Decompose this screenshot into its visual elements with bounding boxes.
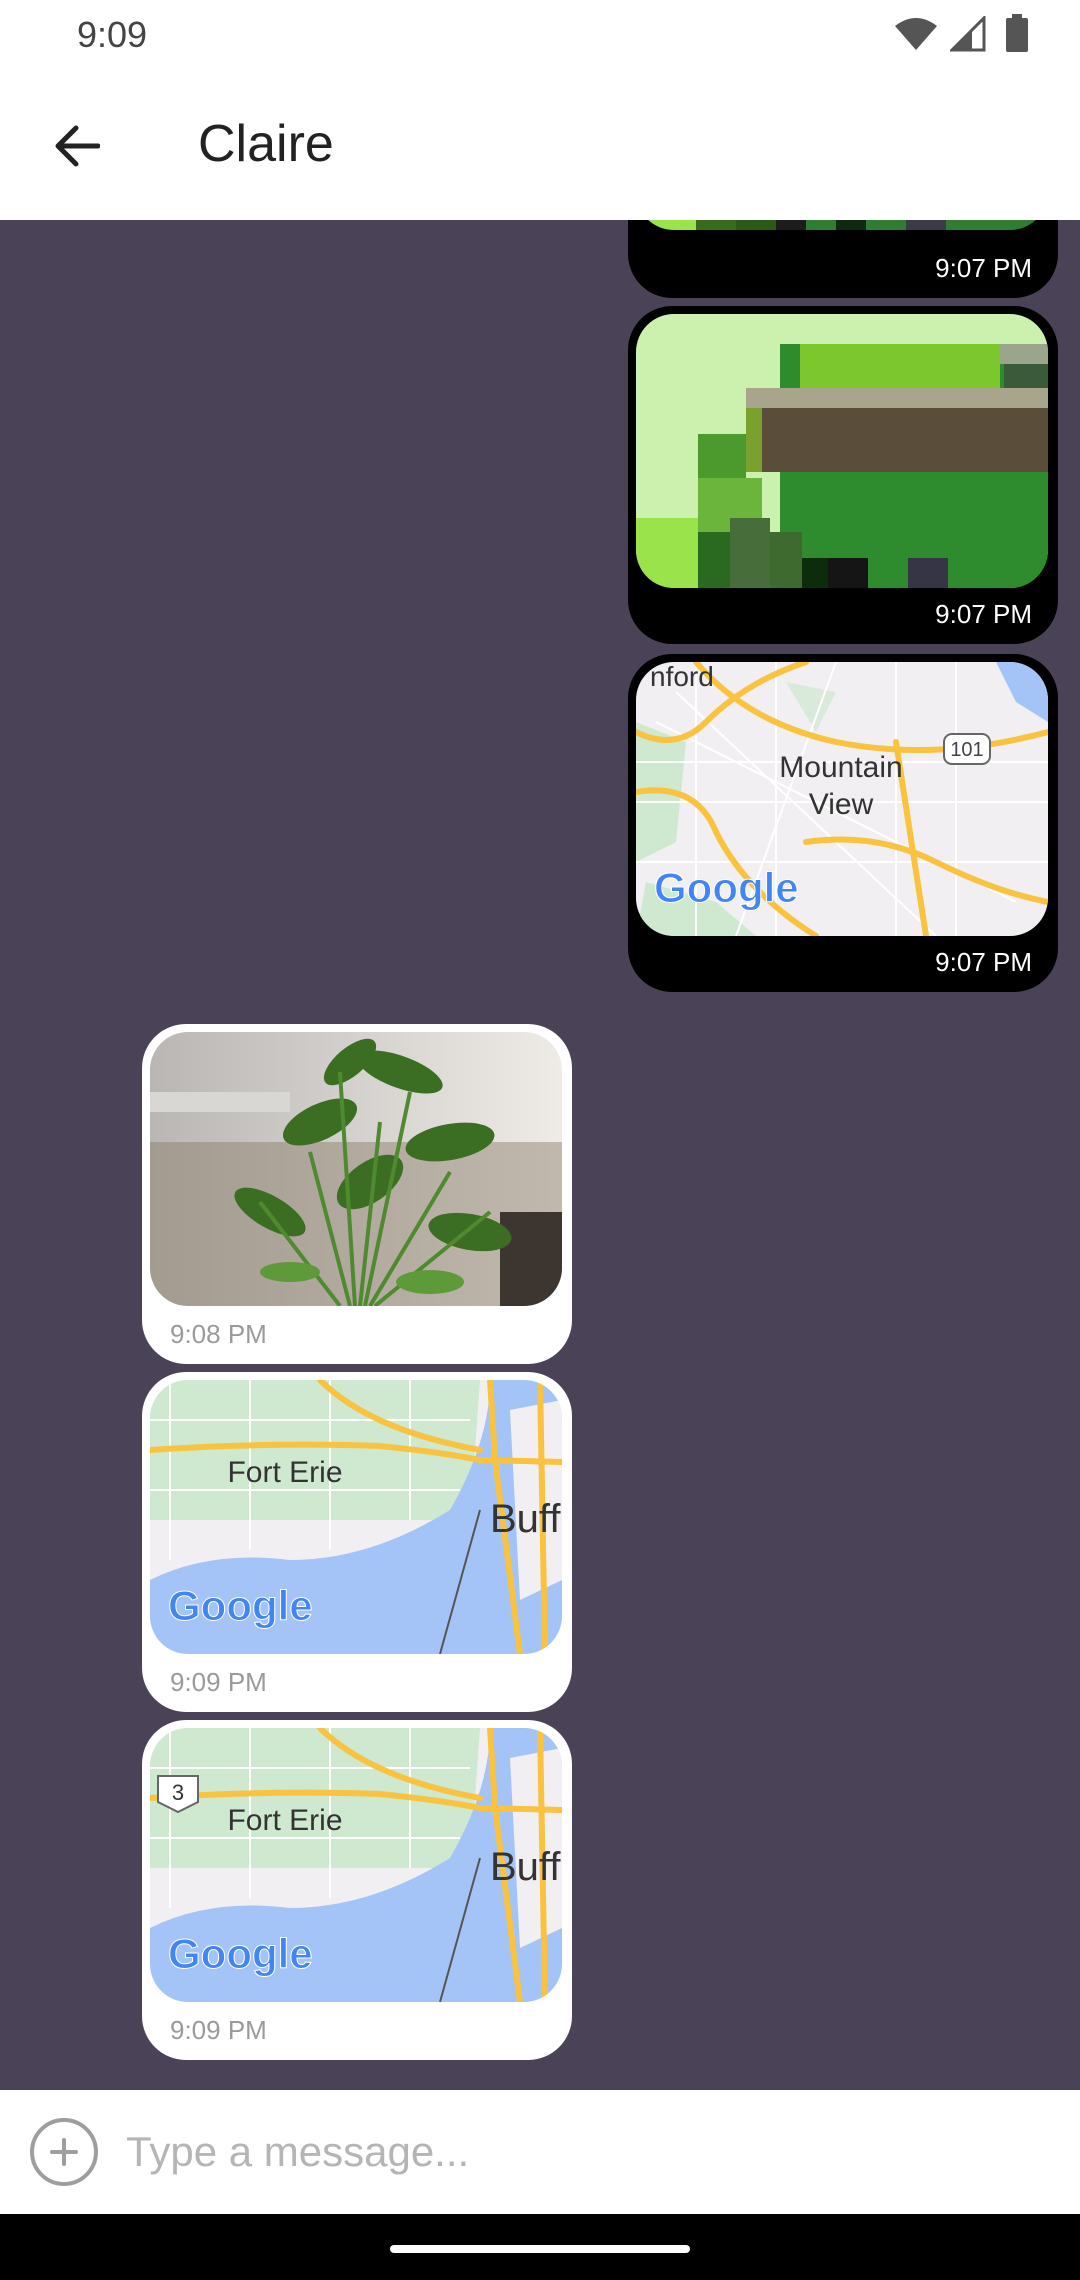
add-attachment-button[interactable] (30, 2118, 98, 2186)
status-time: 9:09 (77, 14, 148, 55)
message-bubble-incoming[interactable]: 3 Fort Erie Buff Google 9:09 PM (142, 1720, 572, 2060)
map-place-label: nford (650, 662, 714, 692)
arrow-back-icon (55, 125, 100, 167)
message-time: 9:09 PM (170, 2015, 267, 2045)
map-preview[interactable]: Fort Erie Buff Google (150, 1380, 562, 1654)
map-place-label: Mountain (779, 751, 902, 784)
map-highway-label: 101 (950, 739, 983, 761)
message-bubble-incoming[interactable]: Fort Erie Buff Google 9:09 PM (142, 1372, 572, 1712)
map-place-label: Buff (490, 1497, 561, 1541)
message-time: 9:08 PM (170, 1319, 267, 1349)
message-time: 9:07 PM (935, 599, 1032, 629)
map-preview[interactable]: 3 Fort Erie Buff Google (150, 1728, 562, 2002)
wifi-icon (895, 18, 937, 50)
message-bubble-incoming[interactable]: 9:08 PM (142, 1024, 572, 1364)
message-image[interactable] (150, 1032, 562, 1306)
message-time: 9:07 PM (935, 253, 1032, 283)
home-gesture-handle[interactable] (390, 2245, 690, 2253)
back-button[interactable] (38, 108, 114, 184)
cellular-signal-icon (950, 16, 986, 52)
map-place-label: Buff (490, 1845, 561, 1889)
conversation-title: Claire (198, 115, 334, 173)
message-time: 9:09 PM (170, 1667, 267, 1697)
message-composer (0, 2090, 1080, 2214)
message-image[interactable] (636, 314, 1048, 588)
message-time: 9:07 PM (935, 947, 1032, 977)
map-route-label: 3 (172, 1780, 184, 1805)
google-logo: Google (168, 1582, 313, 1629)
message-bubble-outgoing[interactable]: 9:07 PM (628, 306, 1058, 644)
battery-icon (1006, 14, 1028, 52)
google-logo: Google (168, 1930, 313, 1977)
google-logo: Google (654, 864, 799, 911)
message-list[interactable]: 9:07 PM 9:07 PM 101 nford Mountain View … (0, 220, 1080, 2090)
system-navigation-bar (0, 2214, 1080, 2280)
message-input[interactable] (126, 2114, 1026, 2190)
app-bar: Claire (0, 70, 1080, 220)
message-image[interactable] (636, 220, 1048, 230)
map-place-label: View (809, 788, 874, 821)
message-bubble-outgoing[interactable]: 9:07 PM (628, 220, 1058, 298)
map-place-label: Fort Erie (227, 1456, 342, 1489)
add-circle-icon (50, 2138, 78, 2166)
map-preview[interactable]: 101 nford Mountain View Google (636, 662, 1048, 936)
message-bubble-outgoing[interactable]: 101 nford Mountain View Google 9:07 PM (628, 654, 1058, 992)
map-place-label: Fort Erie (227, 1804, 342, 1837)
status-bar: 9:09 (0, 0, 1080, 70)
